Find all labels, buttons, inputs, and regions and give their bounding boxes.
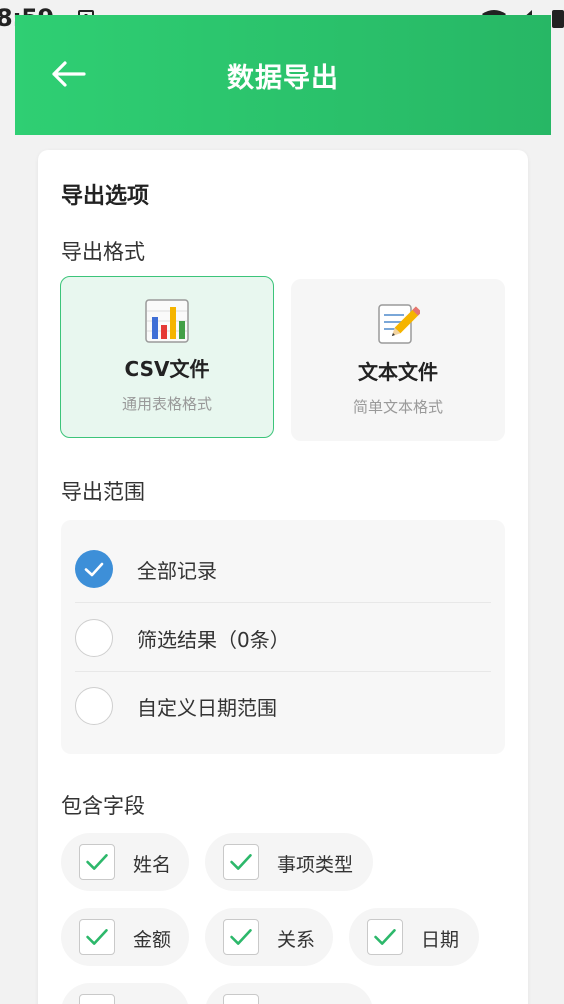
range-option-label: 全部记录 xyxy=(137,559,217,583)
field-chip-amount[interactable]: 金额 xyxy=(61,908,189,966)
range-section-label: 导出范围 xyxy=(61,480,145,504)
range-option-label: 筛选结果（0条） xyxy=(137,628,290,652)
field-chip-label: 关系 xyxy=(277,929,316,951)
radio-unchecked-icon[interactable] xyxy=(75,619,113,657)
fields-section-label: 包含字段 xyxy=(61,794,145,818)
memo-pencil-icon xyxy=(378,304,420,344)
battery-icon xyxy=(552,10,564,28)
app-header: 数据导出 xyxy=(15,15,551,135)
field-chip-partial[interactable] xyxy=(61,983,189,1004)
checkbox-checked-icon[interactable] xyxy=(79,919,115,955)
field-chip-label: 金额 xyxy=(133,929,172,951)
checkbox-checked-icon[interactable] xyxy=(79,844,115,880)
range-option-custom-date[interactable]: 自定义日期范围 xyxy=(75,672,491,740)
range-option-label: 自定义日期范围 xyxy=(137,696,277,720)
phone-screen: 8:59 A 数据导出 导出选项 导出格式 C xyxy=(0,0,564,1004)
field-chip-label: 姓名 xyxy=(133,854,172,876)
format-name-text: 文本文件 xyxy=(358,360,438,384)
format-desc-text: 简单文本格式 xyxy=(352,398,443,416)
field-chip-type[interactable]: 事项类型 xyxy=(205,833,373,891)
checkbox-checked-icon[interactable] xyxy=(223,844,259,880)
field-chip-partial[interactable] xyxy=(205,983,373,1004)
format-option-csv[interactable]: CSV文件 通用表格格式 xyxy=(60,276,274,438)
field-chip-relation[interactable]: 关系 xyxy=(205,908,333,966)
card-title: 导出选项 xyxy=(61,184,150,209)
radio-unchecked-icon[interactable] xyxy=(75,687,113,725)
field-chip-date[interactable]: 日期 xyxy=(349,908,479,966)
range-option-all[interactable]: 全部记录 xyxy=(75,535,491,603)
field-chip-label: 事项类型 xyxy=(277,854,354,876)
checkbox-icon[interactable] xyxy=(223,994,259,1004)
export-options-card: 导出选项 导出格式 CSV文件 通用表格格式 文本文件 简单文本格式 导出范围 … xyxy=(38,150,528,1004)
checkbox-checked-icon[interactable] xyxy=(223,919,259,955)
format-option-text[interactable]: 文本文件 简单文本格式 xyxy=(291,279,505,441)
checkbox-icon[interactable] xyxy=(79,994,115,1004)
bar-chart-icon xyxy=(145,299,189,343)
range-option-filtered[interactable]: 筛选结果（0条） xyxy=(75,604,491,672)
format-name-csv: CSV文件 xyxy=(124,357,210,381)
field-chip-name[interactable]: 姓名 xyxy=(61,833,189,891)
range-options-box: 全部记录 筛选结果（0条） 自定义日期范围 xyxy=(61,520,505,754)
radio-checked-icon[interactable] xyxy=(75,550,113,588)
field-chip-label: 日期 xyxy=(421,929,460,951)
page-title: 数据导出 xyxy=(227,63,339,94)
format-desc-csv: 通用表格格式 xyxy=(121,395,212,413)
checkbox-checked-icon[interactable] xyxy=(367,919,403,955)
format-section-label: 导出格式 xyxy=(61,240,145,264)
